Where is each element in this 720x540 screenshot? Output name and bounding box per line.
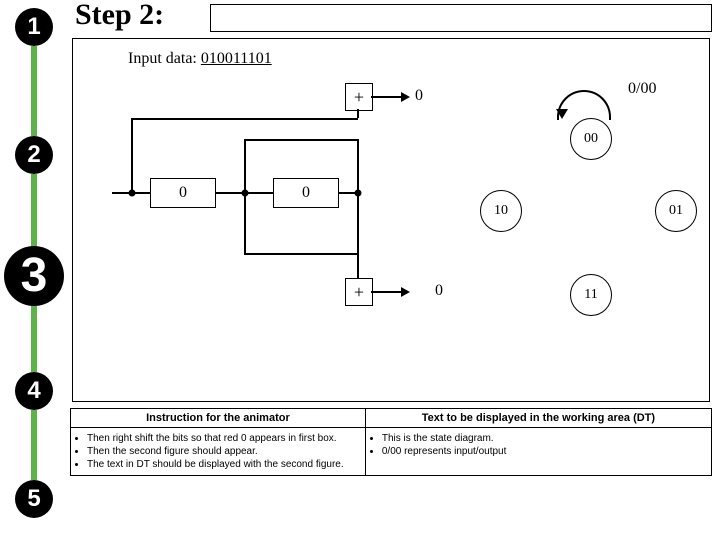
wire [371, 96, 401, 98]
adder-bottom: + [345, 278, 373, 306]
input-bits: 010011101 [201, 50, 272, 67]
stepper-connector [31, 46, 37, 136]
stepper-connector [31, 174, 37, 246]
table-row: Then right shift the bits so that red 0 … [71, 428, 712, 476]
io-label: 0/00 [628, 80, 656, 98]
wire [244, 139, 246, 193]
output-bottom: 0 [435, 282, 443, 300]
wire [244, 139, 358, 141]
page-title: Step 2: [75, 0, 164, 32]
input-data-label: Input data: 010011101 [128, 50, 272, 68]
wire [371, 291, 401, 293]
stepper-connector [31, 306, 37, 372]
instructions-left-cell: Then right shift the bits so that red 0 … [71, 428, 366, 476]
stepper-connector [31, 410, 37, 480]
state-11: 11 [570, 274, 612, 316]
page: 1 2 3 4 5 Step 2: Input data: 010011101 … [0, 0, 720, 540]
progress-stepper: 1 2 3 4 5 [10, 8, 65, 523]
instruction-item: This is the state diagram. [382, 433, 705, 444]
output-top: 0 [415, 87, 423, 105]
instruction-item: The text in DT should be displayed with … [87, 459, 359, 470]
working-area [72, 38, 710, 402]
instructions-left-header: Instruction for the animator [71, 409, 366, 428]
wire [357, 109, 359, 118]
wire [357, 193, 359, 278]
step-1[interactable]: 1 [15, 8, 53, 46]
state-01: 01 [655, 190, 697, 232]
instruction-table: Instruction for the animator Text to be … [70, 408, 712, 476]
instructions-right-cell: This is the state diagram. 0/00 represen… [365, 428, 711, 476]
step-5[interactable]: 5 [15, 480, 53, 518]
title-bar [210, 4, 712, 32]
wire [244, 253, 358, 255]
state-00: 00 [570, 118, 612, 160]
register-box-b: 0 [273, 178, 339, 208]
step-2[interactable]: 2 [15, 136, 53, 174]
adder-top: + [345, 83, 373, 111]
instruction-item: 0/00 represents input/output [382, 446, 705, 457]
register-box-a: 0 [150, 178, 216, 208]
arrowhead-icon [401, 287, 410, 297]
instruction-item: Then right shift the bits so that red 0 … [87, 433, 359, 444]
wire [131, 118, 358, 120]
table-header-row: Instruction for the animator Text to be … [71, 409, 712, 428]
wire [131, 118, 133, 193]
state-10: 10 [480, 190, 522, 232]
instructions-right-header: Text to be displayed in the working area… [365, 409, 711, 428]
input-label-text: Input data: [128, 50, 197, 67]
arrowhead-icon [401, 92, 410, 102]
step-3-current[interactable]: 3 [4, 246, 64, 306]
wire [244, 193, 246, 253]
instruction-item: Then the second figure should appear. [87, 446, 359, 457]
arrowhead-icon [556, 109, 568, 119]
wire [357, 139, 359, 193]
step-4[interactable]: 4 [15, 372, 53, 410]
